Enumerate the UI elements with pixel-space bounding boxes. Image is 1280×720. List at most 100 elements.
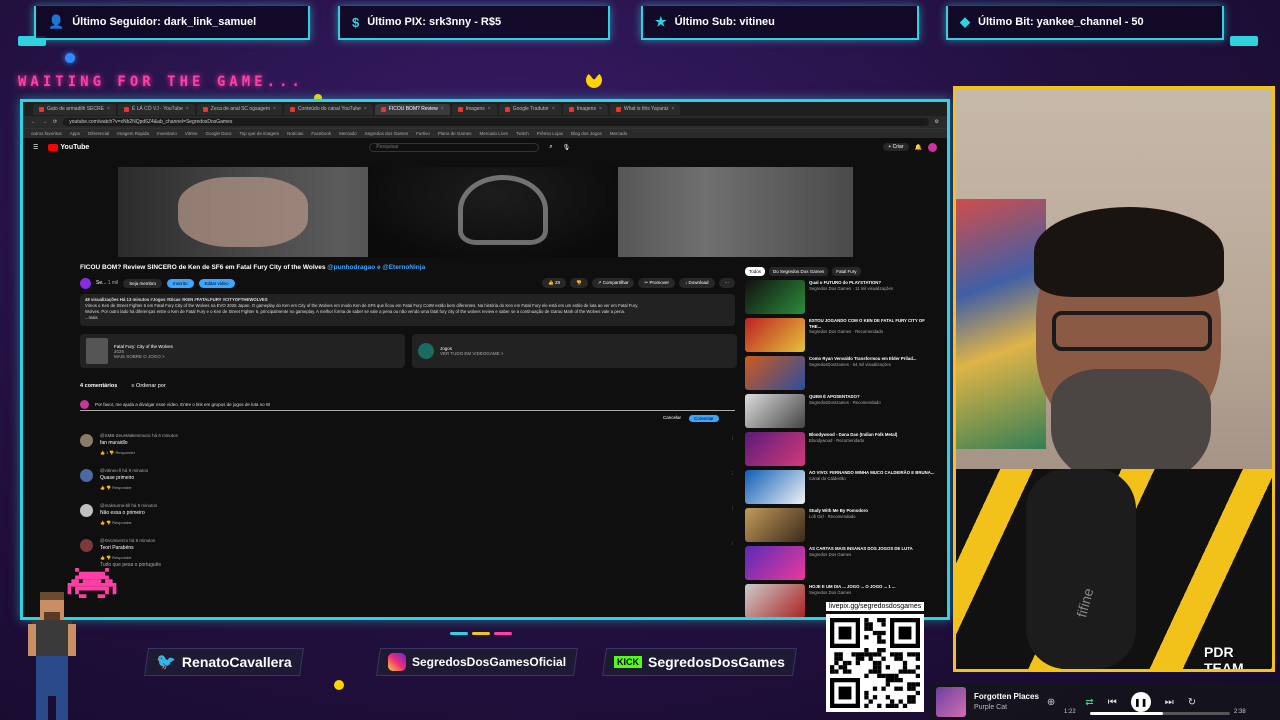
bookmark-item[interactable]: Facebook bbox=[311, 131, 331, 136]
filter-chip[interactable]: Todos bbox=[745, 267, 766, 276]
category-link[interactable]: VER TUDO EM VIDEOGAME > bbox=[440, 351, 504, 356]
related-video[interactable]: AS CARTAS MAIS INSANAS DOS JOGOS DE LUTA… bbox=[745, 546, 935, 583]
related-video[interactable]: Qual o FUTURO do PLAYSTATION? Segredos Do… bbox=[745, 280, 935, 317]
reload-icon[interactable]: ⟳ bbox=[53, 119, 57, 125]
close-tab-icon[interactable]: × bbox=[599, 106, 602, 112]
bookmark-item[interactable]: Vitrine bbox=[185, 131, 198, 136]
commenter-avatar[interactable] bbox=[80, 504, 93, 517]
browser-tab[interactable]: Gato de armadilh SECRE × bbox=[33, 103, 116, 115]
video-player[interactable] bbox=[118, 167, 853, 257]
comment-actions[interactable]: 👍 1 👎 Responder bbox=[100, 450, 135, 455]
pause-button[interactable]: ❚❚ bbox=[1130, 692, 1151, 712]
browser-tab[interactable]: É LÁ CÓ VJ - YouTube × bbox=[117, 103, 195, 115]
video-action-button[interactable]: ↓ Download bbox=[678, 278, 715, 288]
previous-icon[interactable]: ⏮ bbox=[1108, 697, 1117, 708]
bookmark-item[interactable]: Apps bbox=[70, 131, 80, 136]
bookmark-item[interactable]: Inventario bbox=[157, 131, 177, 136]
related-video[interactable]: QUEM É APOSENTADO? SegredosDosGames · Rec… bbox=[745, 394, 935, 431]
bookmark-item[interactable]: Mercado bbox=[339, 131, 357, 136]
qr-code[interactable] bbox=[826, 614, 924, 712]
video-action-button[interactable]: 👍 28 bbox=[542, 278, 567, 288]
video-action-button[interactable]: ↗ Compartilhar bbox=[591, 278, 635, 288]
close-tab-icon[interactable]: × bbox=[107, 106, 110, 112]
video-action-button[interactable]: ⋯ bbox=[718, 278, 735, 288]
comment-actions[interactable]: 👍 👎 Responder bbox=[100, 485, 132, 490]
avatar[interactable] bbox=[928, 142, 937, 152]
comment-author[interactable]: @SMB-ZeusMakesmusic há 6 minutos bbox=[100, 433, 178, 438]
create-button[interactable]: + Criar bbox=[883, 143, 909, 151]
filter-chip[interactable]: Fatal Fury bbox=[832, 267, 861, 276]
address-bar[interactable]: youtube.com/watch?v=xNb2NQpd6Z4&ab_chann… bbox=[63, 118, 929, 126]
search-icon[interactable]: ⌕ bbox=[549, 144, 552, 151]
bookmark-item[interactable]: Top que de imagem bbox=[240, 131, 280, 136]
join-button[interactable]: Seja membro bbox=[123, 278, 163, 288]
next-icon[interactable]: ⏭ bbox=[1165, 697, 1174, 708]
game-link[interactable]: MAIS SOBRE O JOGO > bbox=[114, 354, 173, 359]
mic-icon[interactable]: 🎙 bbox=[563, 144, 571, 151]
comment-menu-icon[interactable]: ⋮ bbox=[730, 436, 735, 442]
bookmark-item[interactable]: Mercado Livre bbox=[479, 131, 508, 136]
bookmark-item[interactable]: Imagem Rapida bbox=[117, 131, 149, 136]
extensions-icon[interactable]: ⚙ bbox=[935, 119, 939, 125]
comment-button[interactable]: Comentar bbox=[689, 415, 719, 422]
bookmark-item[interactable]: Twitch bbox=[516, 131, 529, 136]
video-action-button[interactable]: 👎 bbox=[570, 278, 588, 288]
browser-tab[interactable]: FICOU BOM? Review × bbox=[374, 103, 450, 115]
browser-tab[interactable]: Google Tradutor × bbox=[498, 103, 561, 115]
bookmark-item[interactable]: Plano de Games bbox=[438, 131, 472, 136]
browser-tab[interactable]: What is this Yayaniz × bbox=[609, 103, 681, 115]
channel-name[interactable]: Se... bbox=[96, 280, 106, 286]
bookmark-item[interactable]: Diferencial bbox=[88, 131, 109, 136]
song-progress[interactable] bbox=[1090, 712, 1230, 715]
bookmark-item[interactable]: Segredos dos Games bbox=[365, 131, 409, 136]
related-video[interactable]: Study With Me By Pomodoro Lofi Girl · Rec… bbox=[745, 508, 935, 545]
related-video[interactable]: Como Ryan Venvaldo Transformou em Elder … bbox=[745, 356, 935, 393]
bookmark-item[interactable]: Mercado bbox=[610, 131, 628, 136]
bookmark-item[interactable]: Blog dos Jogos bbox=[571, 131, 602, 136]
close-tab-icon[interactable]: × bbox=[441, 106, 444, 112]
subscribed-button[interactable]: Inscrito bbox=[167, 278, 194, 288]
bookmark-item[interactable]: Notícias bbox=[287, 131, 303, 136]
category-card[interactable]: Jogos VER TUDO EM VIDEOGAME > bbox=[412, 334, 737, 368]
close-tab-icon[interactable]: × bbox=[273, 106, 276, 112]
filter-chip[interactable]: Do Segredos Dos Games bbox=[769, 267, 829, 276]
close-tab-icon[interactable]: × bbox=[364, 106, 367, 112]
related-video[interactable]: ESTOU JOGANDO COM O KEN DE FATAL FURY CI… bbox=[745, 318, 935, 355]
comment-menu-icon[interactable]: ⋮ bbox=[730, 541, 735, 547]
close-tab-icon[interactable]: × bbox=[186, 106, 189, 112]
close-tab-icon[interactable]: × bbox=[552, 106, 555, 112]
forward-icon[interactable]: → bbox=[42, 119, 47, 125]
search-input[interactable]: Pesquisar bbox=[369, 142, 540, 152]
related-video[interactable]: Bloodywood - Dana Dan (Indian Folk Metal… bbox=[745, 432, 935, 469]
commenter-avatar[interactable] bbox=[80, 469, 93, 482]
video-action-button[interactable]: ✂ Promover bbox=[638, 278, 675, 288]
video-title-links[interactable]: @punhodragao e @EternoNinja bbox=[327, 264, 425, 271]
desc-more-link[interactable]: ...mais bbox=[85, 315, 730, 321]
commenter-avatar[interactable] bbox=[80, 434, 93, 447]
video-description[interactable]: 48 visualizações Há 13 minutos #Jogos #D… bbox=[80, 294, 735, 326]
related-video[interactable]: AO VIVO: FERNANDO MINHA MUCO CALDEIRÃO E… bbox=[745, 470, 935, 507]
browser-tab[interactable]: Zeca de anal SC ogsagem × bbox=[196, 103, 282, 115]
sort-button[interactable]: ≡ Ordenar por bbox=[131, 383, 165, 389]
close-tab-icon[interactable]: × bbox=[671, 106, 674, 112]
comment-author[interactable]: @maksuma-bll há 9 minutos bbox=[100, 503, 157, 508]
comment-actions[interactable]: 👍 👎 Responder bbox=[100, 520, 132, 525]
edit-video-button[interactable]: Editar vídeo bbox=[198, 278, 235, 288]
browser-tab[interactable]: Imagens × bbox=[562, 103, 608, 115]
bookmark-item[interactable]: Furtivo bbox=[416, 131, 430, 136]
close-tab-icon[interactable]: × bbox=[488, 106, 491, 112]
add-icon[interactable]: ⊕ bbox=[1047, 697, 1055, 708]
comment-menu-icon[interactable]: ⋮ bbox=[730, 471, 735, 477]
game-card[interactable]: Fatal Fury: City of the Wolves 2025 MAIS… bbox=[80, 334, 405, 368]
repeat-icon[interactable]: ↻ bbox=[1188, 697, 1196, 708]
comment-author[interactable]: @vitineu-ll há 9 minutos bbox=[100, 468, 148, 473]
back-icon[interactable]: ← bbox=[31, 119, 36, 125]
comment-author[interactable]: @GvUniverzo há 9 minutos bbox=[100, 538, 155, 543]
channel-avatar[interactable] bbox=[80, 277, 91, 289]
browser-tab[interactable]: Imagens × bbox=[451, 103, 497, 115]
comment-actions[interactable]: 👍 👎 Responder bbox=[100, 555, 132, 560]
menu-icon[interactable]: ☰ bbox=[33, 144, 38, 151]
browser-tab[interactable]: Conteúdo do canal YouTube × bbox=[283, 103, 373, 115]
comment-input[interactable]: Por favor, me ajuda a divulgar esse víde… bbox=[80, 399, 735, 411]
shuffle-icon[interactable]: ⇄ bbox=[1085, 697, 1093, 708]
